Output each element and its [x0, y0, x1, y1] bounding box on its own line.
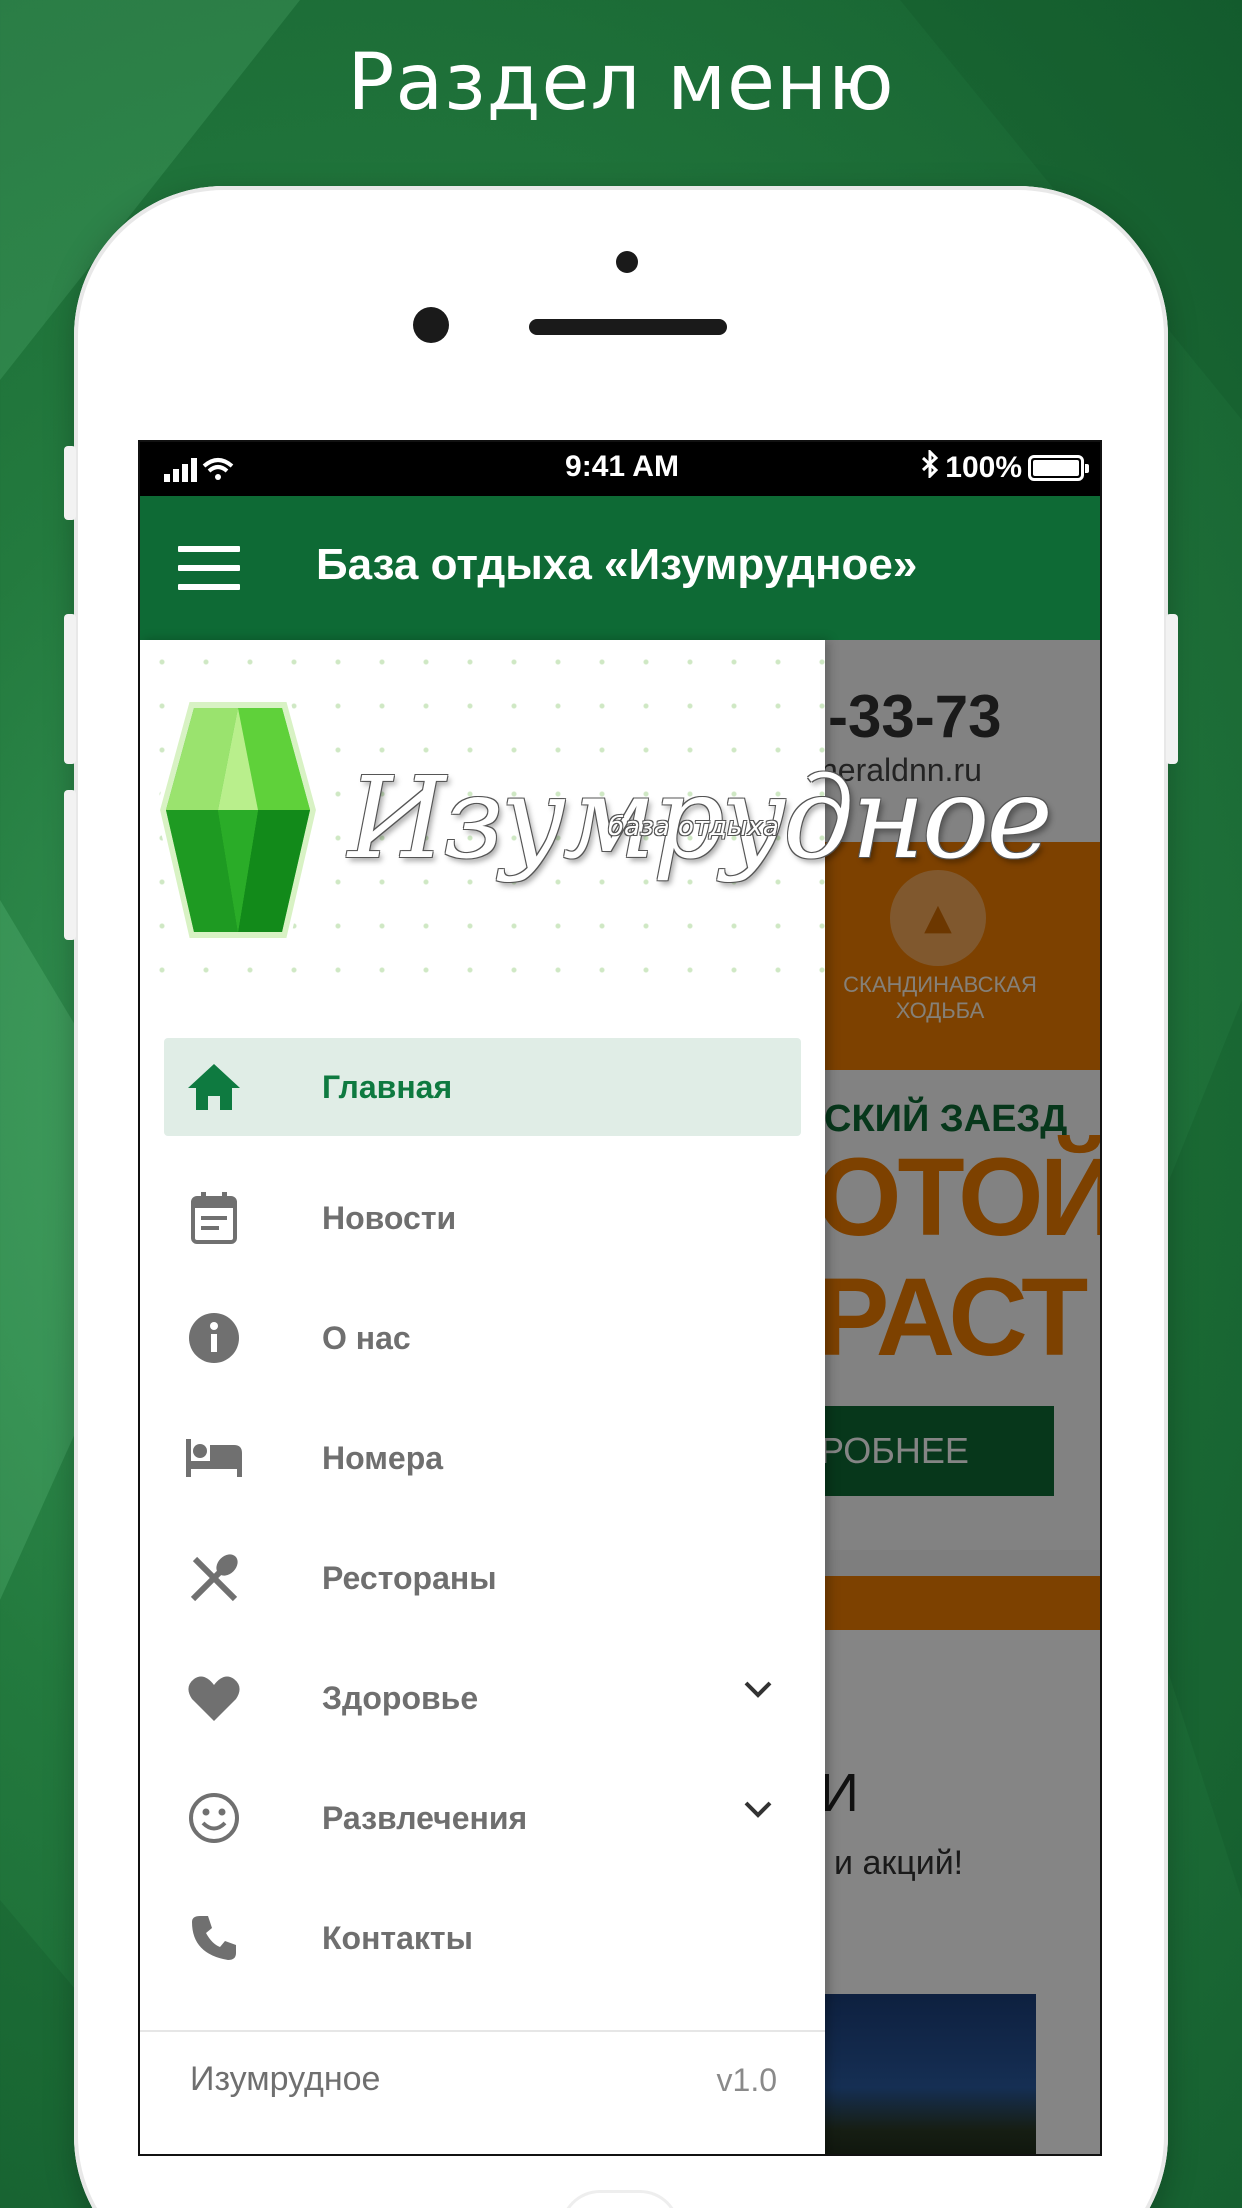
phone-icon [186, 1910, 242, 1966]
chevron-down-icon[interactable] [743, 1680, 773, 1704]
info-icon [186, 1310, 242, 1366]
menu-item-rooms[interactable]: Номера [164, 1398, 801, 1518]
status-bar: 9:41 AM 100% [140, 442, 1100, 496]
drawer-header: Изумрудное база отдыха [140, 640, 1053, 1006]
restaurant-icon [186, 1550, 242, 1606]
page-headline: Раздел меню [347, 38, 895, 128]
drawer-footer-name: Изумрудное [190, 2060, 381, 2098]
menu-item-label: Номера [322, 1439, 444, 1476]
phone-side-button [64, 446, 76, 520]
battery-percent: 100% [945, 451, 1022, 484]
phone-power-button [1166, 614, 1178, 764]
app-screen: 9:41 AM 100% База отдыха «Изумрудное» -3… [138, 440, 1102, 2156]
earpiece-speaker [529, 319, 727, 335]
menu-item-label: Новости [322, 1199, 457, 1236]
battery-icon [1028, 455, 1089, 481]
drawer-menu: Главная Новости О нас Номера Рестораны З… [140, 1038, 825, 1998]
front-camera [413, 307, 449, 343]
menu-item-label: Главная [322, 1068, 453, 1105]
menu-item-label: Рестораны [322, 1559, 497, 1596]
menu-item-about[interactable]: О нас [164, 1278, 801, 1398]
calendar-icon [186, 1190, 242, 1246]
home-icon [186, 1059, 242, 1115]
phone-volume-down [64, 790, 76, 940]
menu-item-label: Здоровье [322, 1679, 479, 1716]
menu-item-news[interactable]: Новости [164, 1158, 801, 1278]
logo-subtitle: база отдыха [608, 812, 779, 842]
menu-item-home[interactable]: Главная [164, 1038, 801, 1136]
smile-icon [186, 1790, 242, 1846]
menu-item-label: О нас [322, 1319, 411, 1356]
heart-icon [186, 1670, 242, 1726]
menu-item-label: Контакты [322, 1919, 473, 1956]
hamburger-menu-button[interactable] [178, 546, 240, 590]
menu-item-contacts[interactable]: Контакты [164, 1878, 801, 1998]
logo: Изумрудное база отдыха [158, 700, 1053, 950]
emerald-gem-icon [158, 700, 318, 940]
menu-item-health[interactable]: Здоровье [164, 1638, 801, 1758]
menu-item-entertainment[interactable]: Развлечения [164, 1758, 801, 1878]
navigation-drawer: Изумрудное база отдыха Главная Новости О… [140, 640, 1053, 2154]
bed-icon [186, 1430, 242, 1486]
drawer-divider [140, 2030, 825, 2032]
chevron-down-icon[interactable] [743, 1800, 773, 1824]
menu-item-restaurants[interactable]: Рестораны [164, 1518, 801, 1638]
proximity-sensor [616, 251, 638, 273]
phone-volume-up [64, 614, 76, 764]
app-bar: База отдыха «Изумрудное» [140, 496, 1100, 640]
menu-item-label: Развлечения [322, 1799, 528, 1836]
app-title: База отдыха «Изумрудное» [316, 540, 918, 589]
drawer-footer-version: v1.0 [716, 2062, 777, 2098]
bluetooth-icon [921, 448, 939, 486]
